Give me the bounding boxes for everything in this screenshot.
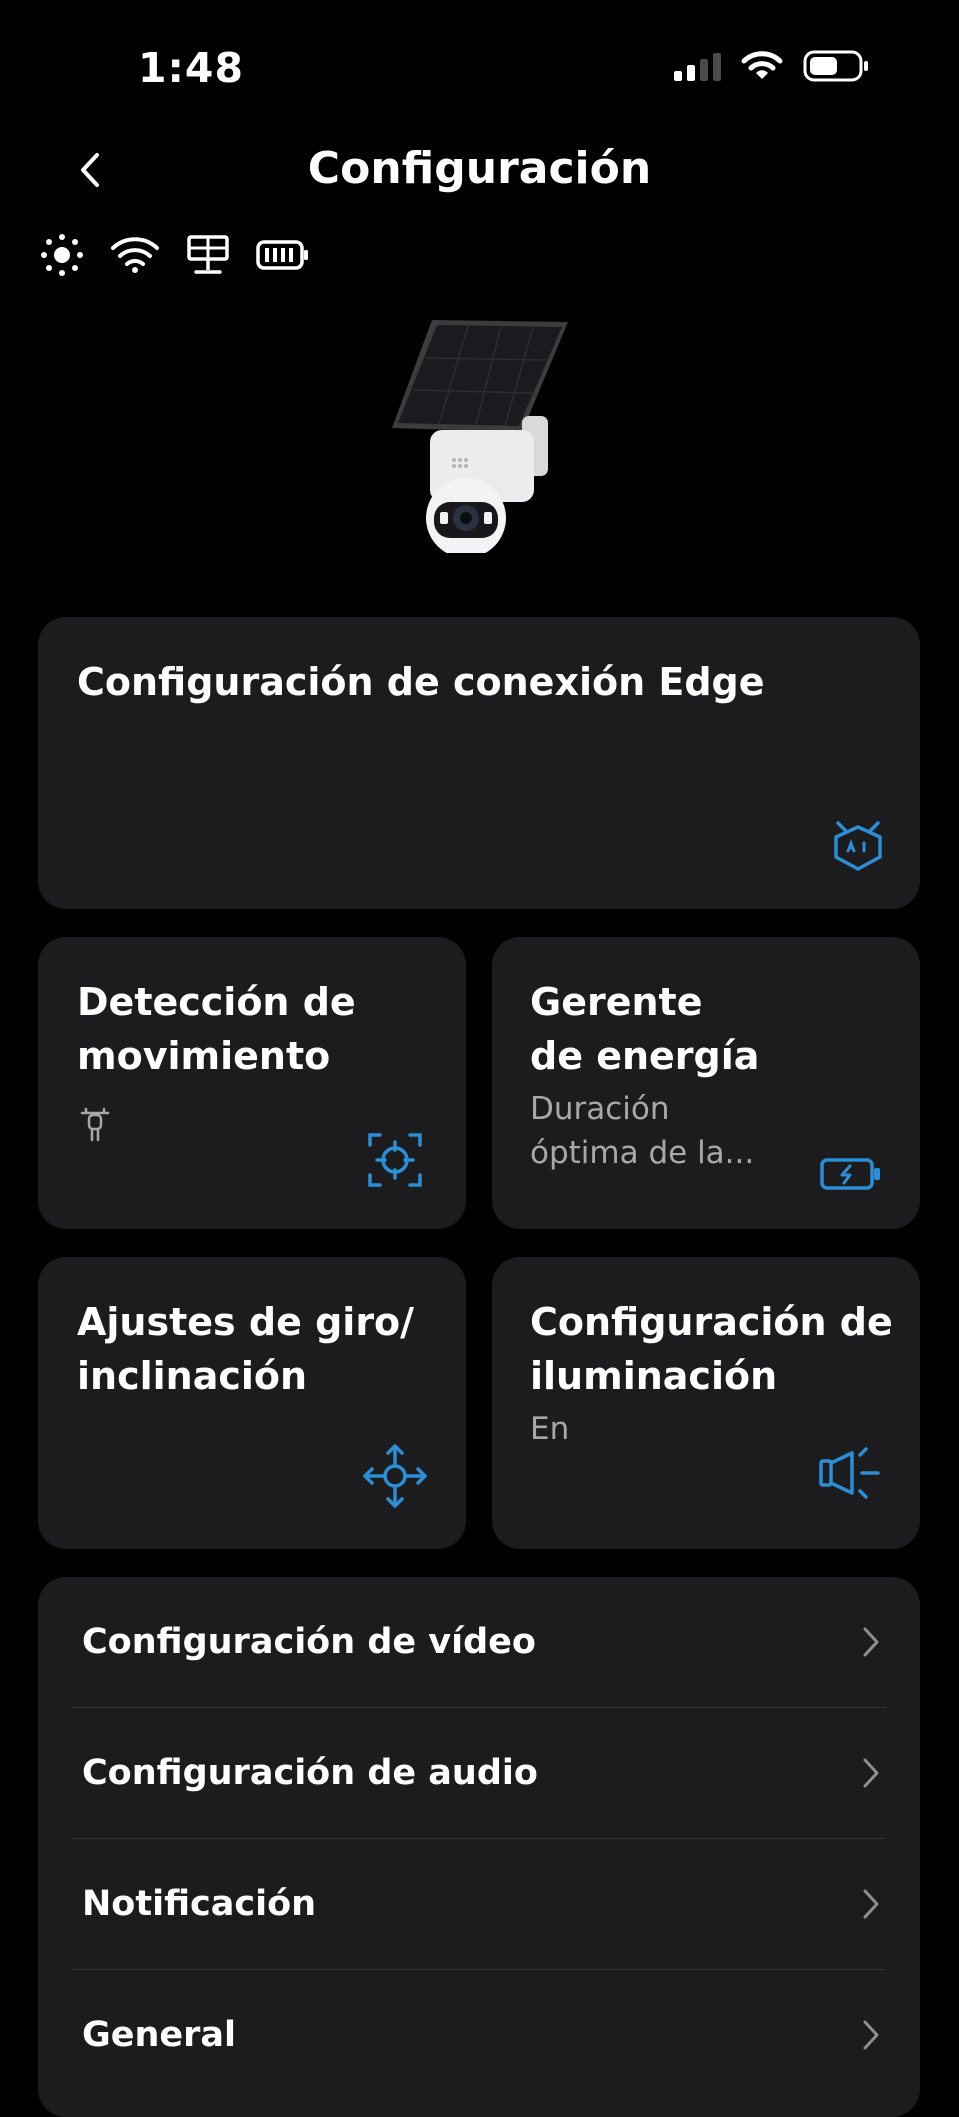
battery-status-icon <box>803 50 868 82</box>
lighting-title-line2: iluminación <box>530 1354 778 1398</box>
energy-manager-subtitle-line2: óptima de la... <box>530 1135 755 1171</box>
energy-manager-subtitle: Duración óptima de la... <box>530 1087 754 1175</box>
ai-robot-icon <box>834 821 882 871</box>
energy-manager-subtitle-line1: Duración <box>530 1091 670 1127</box>
chevron-right-icon <box>856 2015 886 2055</box>
pan-tilt-title-line2: inclinación <box>77 1354 308 1398</box>
list-item-general[interactable]: General <box>72 1970 886 2100</box>
energy-manager-title: Gerente de energía <box>530 975 759 1083</box>
lighting-title: Configuración de iluminación <box>530 1295 893 1403</box>
motion-target-icon <box>368 1133 422 1187</box>
pan-tilt-card[interactable]: Ajustes de giro/ inclinación <box>38 1257 466 1549</box>
motion-detection-card[interactable]: Detección de movimiento <box>38 937 466 1229</box>
device-status-bar <box>40 233 310 277</box>
list-item-video-settings[interactable]: Configuración de vídeo <box>72 1577 886 1707</box>
wifi-status-icon <box>741 51 783 79</box>
battery-icon <box>256 240 308 270</box>
settings-list: Configuración de vídeo Configuración de … <box>38 1577 920 2117</box>
cellular-signal-icon <box>674 51 721 81</box>
motion-detection-title: Detección de movimiento <box>77 975 356 1083</box>
chevron-right-icon <box>856 1884 886 1924</box>
status-icons <box>674 50 869 82</box>
list-item-label: Configuración de vídeo <box>82 1622 536 1662</box>
energy-manager-card[interactable]: Gerente de energía Duración óptima de la… <box>492 937 920 1229</box>
edge-connection-title: Configuración de conexión Edge <box>77 660 765 704</box>
lighting-card[interactable]: Configuración de iluminación En <box>492 1257 920 1549</box>
pan-tilt-title: Ajustes de giro/ inclinación <box>77 1295 414 1403</box>
list-item-label: General <box>82 2015 236 2055</box>
list-item-label: Configuración de audio <box>82 1753 538 1793</box>
chevron-right-icon <box>856 1753 886 1793</box>
edge-connection-card[interactable]: Configuración de conexión Edge <box>38 617 920 909</box>
page-title: Configuración <box>307 143 652 194</box>
list-item-notification[interactable]: Notificación <box>72 1839 886 1969</box>
status-time: 1:48 <box>138 44 244 92</box>
solar-panel-icon <box>187 235 229 274</box>
lighting-title-line1: Configuración de <box>530 1300 893 1344</box>
pan-tilt-title-line1: Ajustes de giro/ <box>77 1300 415 1344</box>
wifi-icon <box>111 237 159 273</box>
battery-charging-icon <box>820 1158 880 1190</box>
camera-product-image <box>392 320 568 553</box>
motion-detection-title-line2: movimiento <box>77 1034 331 1078</box>
motion-detection-title-line1: Detección de <box>77 980 356 1024</box>
chevron-right-icon <box>856 1622 886 1662</box>
energy-manager-title-line2: de energía <box>530 1034 760 1078</box>
list-item-audio-settings[interactable]: Configuración de audio <box>72 1708 886 1838</box>
energy-manager-title-line1: Gerente <box>530 980 703 1024</box>
person-icon <box>80 1107 110 1142</box>
lighting-subtitle: En <box>530 1411 570 1447</box>
list-item-label: Notificación <box>82 1884 317 1924</box>
pan-tilt-arrows-icon <box>363 1444 427 1508</box>
spotlight-icon <box>819 1447 880 1499</box>
sun-icon <box>41 234 83 276</box>
